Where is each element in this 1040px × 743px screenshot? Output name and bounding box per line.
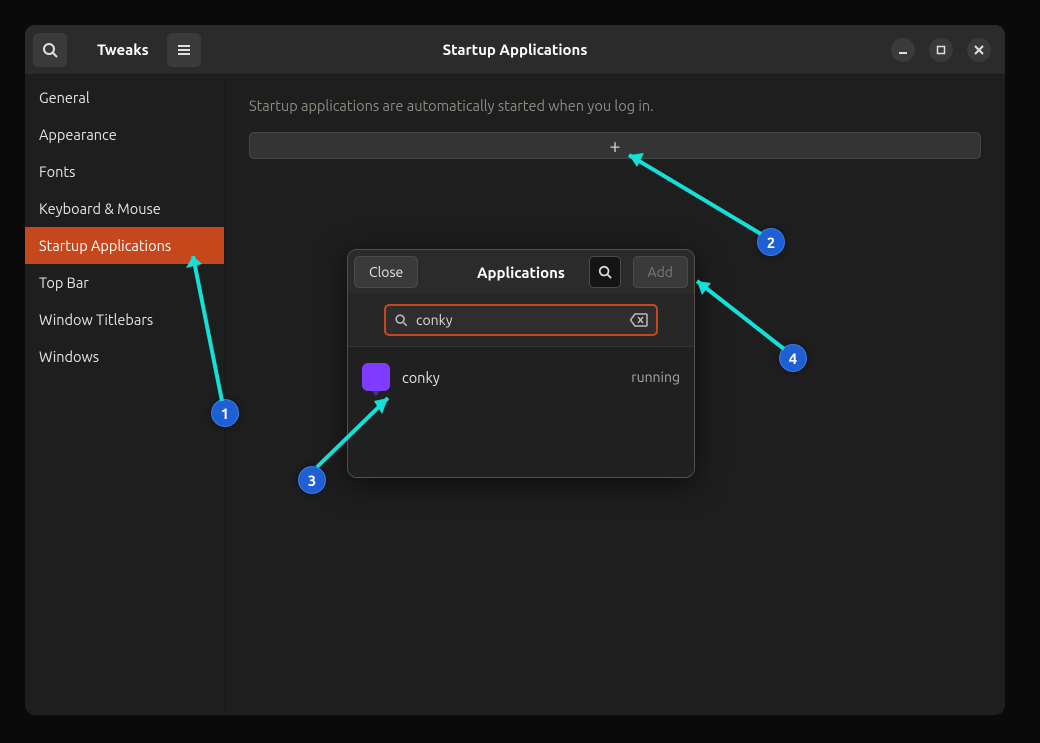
add-app-button[interactable]: Add [633, 256, 688, 288]
minimize-button[interactable] [891, 38, 915, 62]
app-name: Tweaks [97, 41, 149, 58]
search-input[interactable] [416, 312, 622, 328]
dialog-header: Close Applications Add [348, 250, 694, 294]
app-name-label: conky [402, 369, 440, 386]
search-icon [394, 313, 408, 327]
applications-dialog: Close Applications Add conky running [347, 249, 695, 478]
annotation-badge-3: 3 [298, 466, 326, 494]
sidebar-item-appearance[interactable]: Appearance [25, 116, 224, 153]
clear-icon[interactable] [630, 313, 648, 327]
sidebar-item-fonts[interactable]: Fonts [25, 153, 224, 190]
search-icon [598, 265, 612, 279]
sidebar-item-top-bar[interactable]: Top Bar [25, 264, 224, 301]
app-result-item[interactable]: conky running [348, 353, 694, 401]
dialog-search-row [348, 294, 694, 347]
app-icon [362, 363, 390, 391]
dialog-results-list: conky running [348, 347, 694, 477]
sidebar-item-windows[interactable]: Windows [25, 338, 224, 375]
titlebar: Tweaks Startup Applications [25, 25, 1005, 75]
close-icon [974, 45, 984, 55]
search-button[interactable] [33, 33, 67, 67]
minimize-icon [898, 45, 908, 55]
annotation-badge-4: 4 [779, 344, 807, 372]
plus-icon: + [609, 134, 620, 157]
annotation-badge-1: 1 [211, 399, 239, 427]
hamburger-icon [176, 42, 192, 58]
search-icon [42, 42, 58, 58]
maximize-icon [936, 45, 946, 55]
annotation-badge-2: 2 [757, 228, 785, 256]
search-input-wrapper [384, 304, 658, 336]
sidebar-item-window-titlebars[interactable]: Window Titlebars [25, 301, 224, 338]
sidebar: GeneralAppearanceFontsKeyboard & MouseSt… [25, 75, 225, 715]
app-status: running [631, 369, 680, 385]
page-description: Startup applications are automatically s… [249, 97, 981, 114]
maximize-button[interactable] [929, 38, 953, 62]
add-startup-app-button[interactable]: + [249, 132, 981, 159]
sidebar-item-keyboard-mouse[interactable]: Keyboard & Mouse [25, 190, 224, 227]
sidebar-item-startup-applications[interactable]: Startup Applications [25, 227, 224, 264]
hamburger-menu-button[interactable] [167, 33, 201, 67]
close-dialog-button[interactable]: Close [354, 256, 418, 288]
close-button[interactable] [967, 38, 991, 62]
dialog-search-toggle[interactable] [589, 256, 621, 288]
sidebar-item-general[interactable]: General [25, 79, 224, 116]
